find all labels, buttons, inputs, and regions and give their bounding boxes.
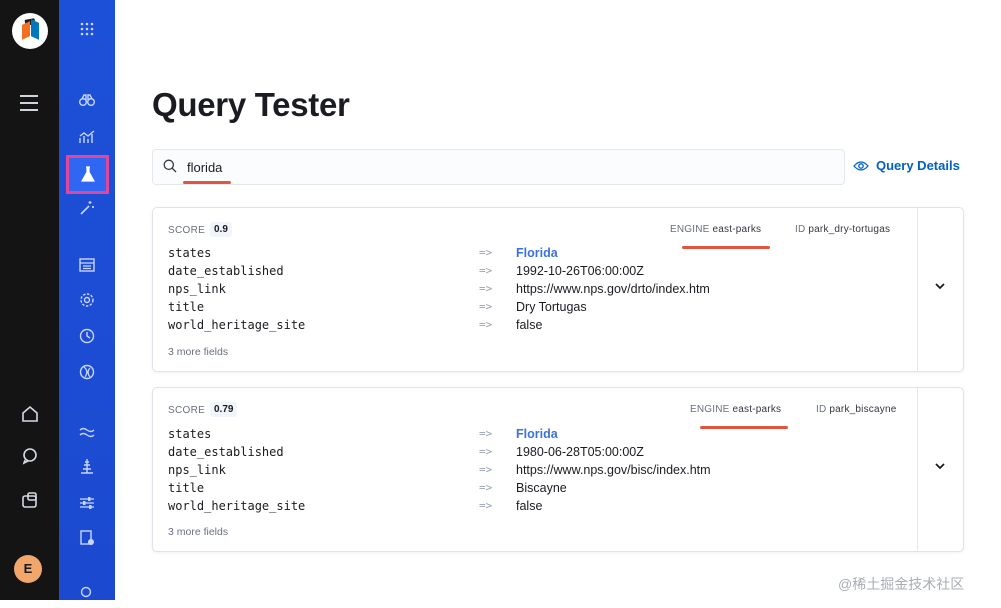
flask-icon xyxy=(81,166,95,182)
globe-icon[interactable] xyxy=(75,364,99,388)
more-fields-link[interactable]: 3 more fields xyxy=(168,346,228,358)
sliders-icon[interactable] xyxy=(75,494,99,518)
boost-icon[interactable] xyxy=(75,458,99,482)
search-input[interactable] xyxy=(187,157,787,177)
search-box[interactable] xyxy=(152,149,845,185)
binoculars-icon[interactable] xyxy=(75,91,99,115)
more-fields-link[interactable]: 3 more fields xyxy=(168,526,228,538)
page-title: Query Tester xyxy=(152,86,350,123)
doc-settings-icon[interactable] xyxy=(75,530,99,554)
score-value: 0.9 xyxy=(210,222,232,237)
score-label: SCORE xyxy=(168,225,206,236)
wave-icon[interactable] xyxy=(75,422,99,446)
score-label: SCORE xyxy=(168,405,206,416)
result-card: SCORE 0.9 ENGINE east-parks ID park_dry-… xyxy=(152,207,964,372)
apps-icon[interactable] xyxy=(20,491,40,511)
annotation-underline xyxy=(183,181,231,184)
search-icon[interactable] xyxy=(75,584,99,608)
grid-icon[interactable] xyxy=(75,20,99,44)
analytics-icon[interactable] xyxy=(75,128,99,152)
annotation-underline xyxy=(700,426,788,429)
expand-button[interactable] xyxy=(917,388,963,551)
hamburger-icon[interactable] xyxy=(20,95,38,116)
chat-icon[interactable] xyxy=(20,447,40,467)
user-avatar[interactable]: E xyxy=(14,555,42,583)
magic-wand-icon[interactable] xyxy=(75,200,99,224)
id-meta: ID park_biscayne xyxy=(816,404,897,415)
documents-icon[interactable] xyxy=(75,256,99,280)
gear-icon[interactable] xyxy=(75,292,99,316)
clock-icon[interactable] xyxy=(75,328,99,352)
expand-button[interactable] xyxy=(917,208,963,371)
chevron-down-icon xyxy=(935,283,945,290)
engine-meta: ENGINE east-parks xyxy=(670,224,762,235)
global-nav-rail: E xyxy=(0,0,59,600)
app-logo[interactable] xyxy=(12,13,48,49)
query-details-label: Query Details xyxy=(876,158,960,173)
result-card: SCORE 0.79 ENGINE east-parks ID park_bis… xyxy=(152,387,964,552)
nav-item-query-tester[interactable] xyxy=(66,155,109,194)
engine-meta: ENGINE east-parks xyxy=(690,404,782,415)
score-value: 0.79 xyxy=(210,402,238,417)
search-icon xyxy=(163,159,177,173)
home-icon[interactable] xyxy=(20,405,40,425)
query-details-link[interactable]: Query Details xyxy=(853,158,960,173)
watermark-text: @稀土掘金技术社区 xyxy=(838,576,965,592)
annotation-underline xyxy=(682,246,770,249)
eye-icon xyxy=(853,160,869,171)
id-meta: ID park_dry-tortugas xyxy=(795,224,891,235)
chevron-down-icon xyxy=(935,463,945,470)
